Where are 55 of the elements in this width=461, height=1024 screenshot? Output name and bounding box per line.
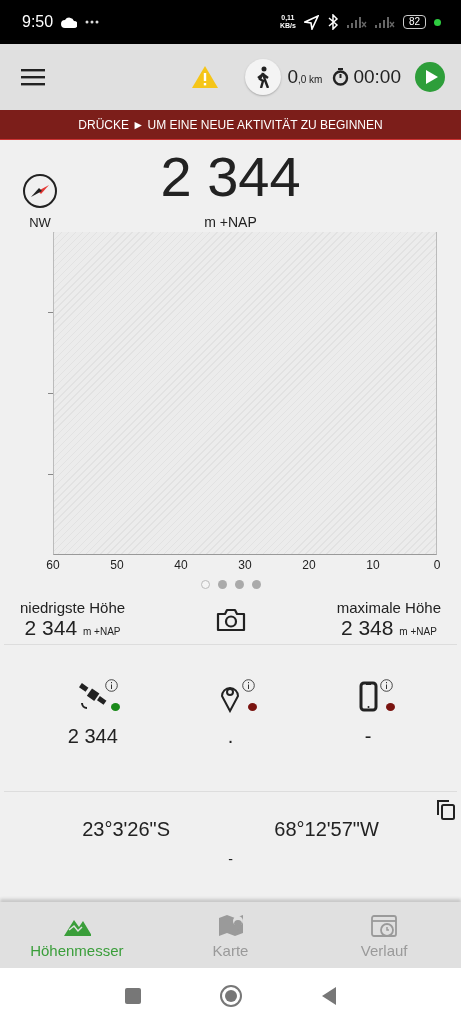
- clock: 9:50: [22, 13, 54, 31]
- status-dot-icon: [434, 18, 441, 26]
- compass-icon: [22, 173, 58, 209]
- menu-button[interactable]: [21, 68, 45, 86]
- source-value: -: [364, 725, 372, 748]
- start-hint: DRÜCKE ► UM EINE NEUE AKTIVITÄT ZU BEGINNEN: [78, 117, 383, 132]
- warning-icon: [191, 65, 220, 89]
- coordinate-altitude: -: [227, 851, 234, 867]
- page-dot[interactable]: [234, 580, 244, 589]
- stat-value: 2 344 m +NAP: [24, 616, 121, 640]
- cloud-icon: [61, 16, 78, 28]
- signal-icon: [346, 16, 367, 28]
- page-dot[interactable]: [200, 580, 210, 589]
- signal-icon: [374, 16, 395, 28]
- compass-direction: NW: [29, 215, 51, 230]
- more-icon: [85, 20, 100, 24]
- axis-label: 30: [237, 558, 253, 572]
- axis-label: 40: [173, 558, 189, 572]
- info-icon: [242, 679, 256, 692]
- start-button[interactable]: [415, 62, 445, 92]
- page-dot[interactable]: [251, 580, 261, 589]
- stat-label: niedrigste Höhe: [20, 599, 126, 616]
- altitude-value: 2 344: [160, 146, 301, 208]
- play-icon: [415, 62, 445, 92]
- distance-value: 0,0 km: [287, 66, 323, 88]
- page-dot[interactable]: [217, 580, 227, 589]
- stat-label: maximale Höhe: [336, 599, 441, 616]
- copy-icon: [437, 800, 455, 820]
- longitude: 68°12'57"W: [274, 818, 379, 841]
- home-icon: [219, 985, 242, 1007]
- stat-value: 2 348 m +NAP: [340, 616, 437, 640]
- info-icon: [104, 679, 118, 692]
- source-value: 2 344: [67, 725, 118, 748]
- nav-tab[interactable]: Karte: [153, 902, 308, 968]
- walking-person-icon: [255, 66, 272, 88]
- info-icon: [380, 679, 394, 692]
- camera-icon: [215, 607, 246, 632]
- stopwatch-icon: [332, 68, 350, 86]
- altitude-unit: m +NAP: [204, 214, 257, 230]
- axis-label: 10: [365, 558, 381, 572]
- location-arrow-icon: [303, 14, 319, 30]
- home-button[interactable]: [219, 985, 242, 1007]
- timer: 00:00: [353, 66, 401, 88]
- latitude: 23°3'26"S: [82, 818, 170, 841]
- activity-type-button[interactable]: [245, 59, 282, 95]
- axis-label: 50: [109, 558, 125, 572]
- axis-label: 20: [301, 558, 317, 572]
- menu-icon: [21, 68, 45, 86]
- axis-label: 0: [432, 558, 442, 572]
- bluetooth-icon: [326, 14, 339, 30]
- nav-tab[interactable]: Höhenmesser: [0, 902, 154, 968]
- battery-level: 82: [402, 15, 426, 29]
- source-value: .: [227, 725, 234, 748]
- nav-tab[interactable]: Verlauf: [307, 902, 461, 968]
- axis-label: 60: [45, 558, 61, 572]
